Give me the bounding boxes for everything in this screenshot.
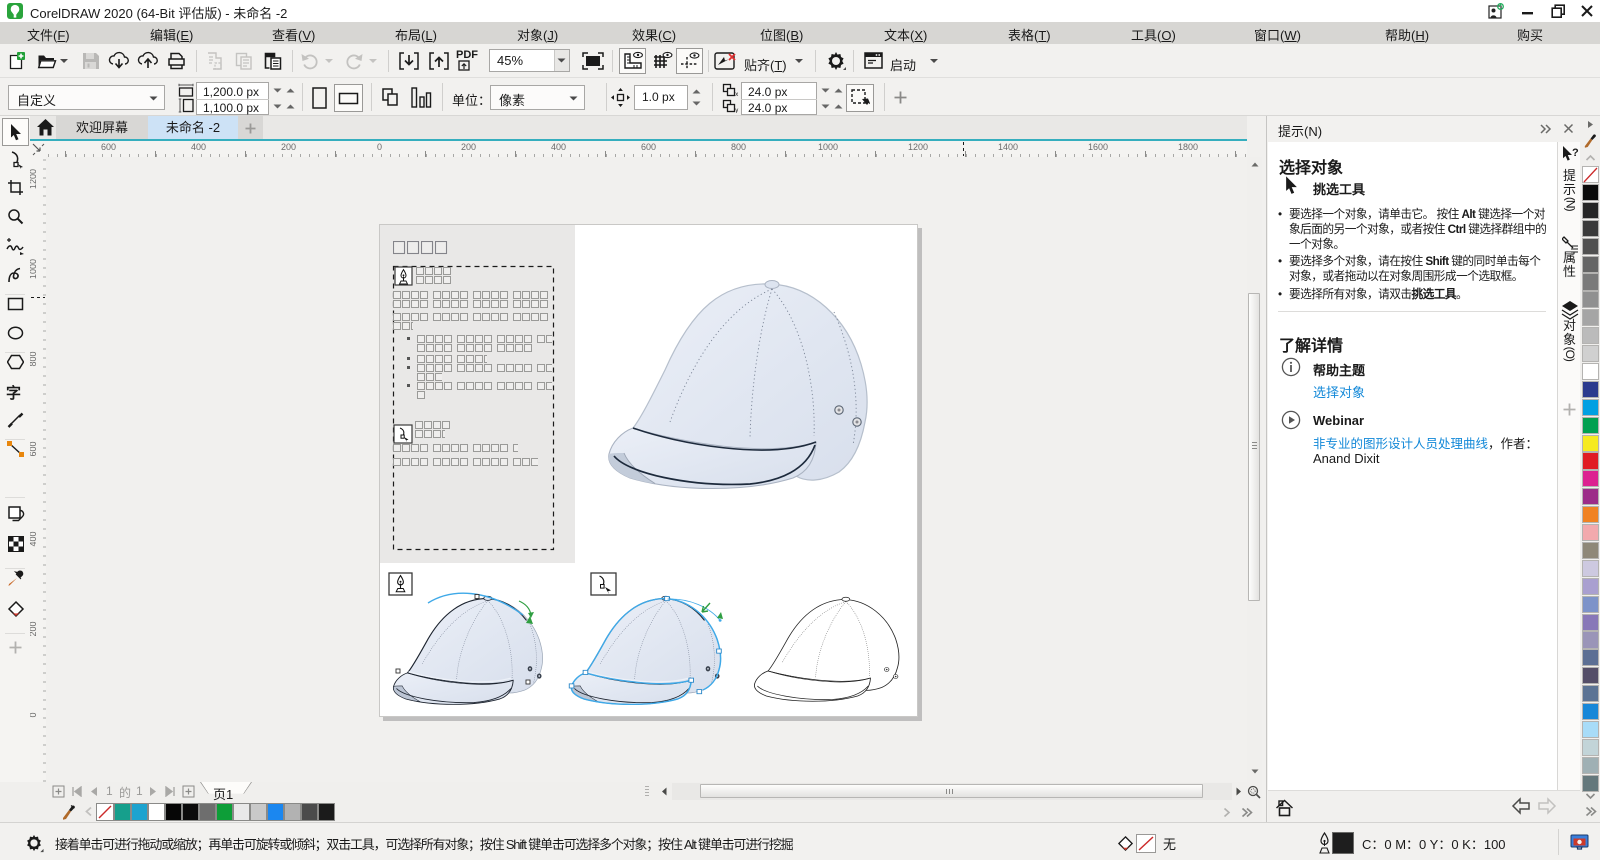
- svg-text:y: y: [735, 108, 738, 113]
- svg-text:x: x: [735, 92, 738, 97]
- svg-text:?: ?: [1572, 147, 1579, 159]
